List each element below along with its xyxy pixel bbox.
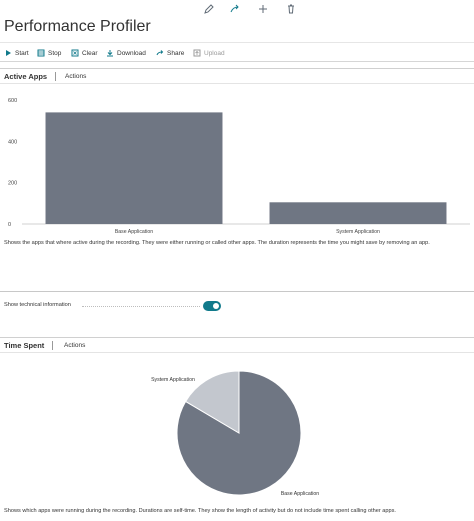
clear-label: Clear [82,49,98,57]
page-title: Performance Profiler [4,18,151,35]
dotted-leader [82,306,200,307]
upload-label: Upload [204,49,225,57]
bar [269,202,447,224]
download-icon [107,50,113,57]
share-button[interactable]: Share [156,46,184,60]
x-tick-label: System Application [336,229,380,235]
x-tick-label: Base Application [115,229,153,235]
technical-info-toggle[interactable] [203,301,221,311]
section-divider [0,291,474,292]
share-label: Share [167,49,185,57]
y-tick-label: 200 [8,181,17,187]
upload-icon [193,49,201,57]
slice-label: System Application [151,377,195,383]
toggle-knob [213,303,219,309]
active-apps-description: Shows the apps that where active during … [4,240,430,246]
share-icon [156,50,164,56]
bar [45,112,223,224]
share-icon[interactable] [229,2,241,14]
clear-icon [71,49,79,57]
toolbar: Start Stop Clear Download Share Upload [0,42,474,62]
y-tick-label: 0 [8,222,11,228]
slice-label: Base Application [281,491,319,497]
plus-icon[interactable] [257,2,269,14]
time-spent-pie-chart: Base Application System Application [151,370,319,497]
header-separator [52,341,53,350]
header-separator [55,72,56,81]
time-spent-actions[interactable]: Actions [64,342,85,349]
stop-button[interactable]: Stop [37,46,61,60]
download-label: Download [117,49,146,57]
time-spent-header: Time Spent Actions [0,337,474,353]
active-apps-actions[interactable]: Actions [65,73,86,80]
y-tick-label: 600 [8,98,17,104]
time-spent-title: Time Spent [4,341,45,350]
active-apps-title: Active Apps [4,72,48,81]
top-command-bar [0,2,474,16]
stop-label: Stop [48,49,62,57]
download-button[interactable]: Download [106,46,146,60]
technical-info-label: Show technical information [4,302,71,308]
play-icon [6,50,11,56]
y-tick-label: 400 [8,139,17,145]
active-apps-header: Active Apps Actions [0,68,474,84]
start-label: Start [15,49,29,57]
stop-icon [37,49,45,57]
active-apps-bar-chart: 0 200 400 600 Base Application System Applica… [8,98,470,235]
clear-button[interactable]: Clear [71,46,98,60]
upload-button[interactable]: Upload [193,46,225,60]
trash-icon[interactable] [285,2,297,14]
start-button[interactable]: Start [4,46,29,60]
pencil-icon[interactable] [203,2,215,14]
time-spent-description: Shows which apps were running during the… [4,508,396,514]
